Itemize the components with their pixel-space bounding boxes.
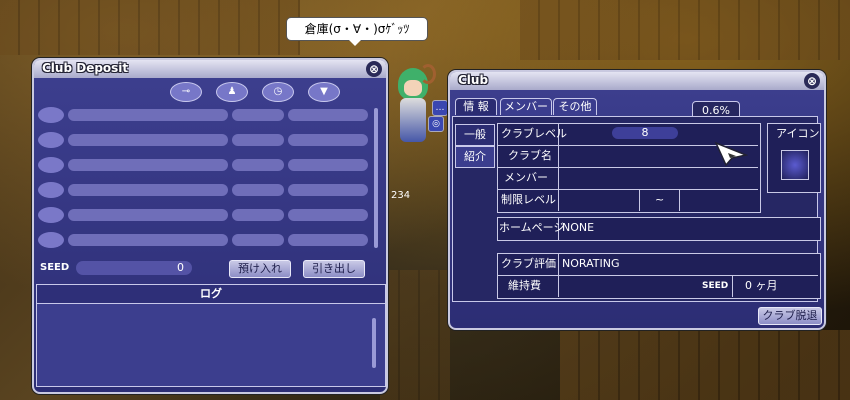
side-tab-general[interactable]: 一般 xyxy=(455,124,495,146)
club-name-label: クラブ名 xyxy=(508,149,552,162)
deposit-slot-row[interactable] xyxy=(38,207,374,223)
tab-members[interactable]: メンバー xyxy=(500,98,552,115)
seed-amount-field[interactable]: 0 xyxy=(76,261,192,275)
club-icon-label: アイコン xyxy=(776,127,820,140)
upkeep-seed-label: SEED xyxy=(702,281,729,291)
background-wood xyxy=(520,0,850,60)
chat-dots-icon[interactable]: … xyxy=(432,100,448,116)
character-horn xyxy=(420,64,436,84)
club-title: Club xyxy=(458,73,489,87)
deposit-slot-row[interactable] xyxy=(38,182,374,198)
log-panel xyxy=(36,304,386,387)
club-titlebar[interactable]: Club ⊗ xyxy=(450,72,824,90)
limit-level-separator: ~ xyxy=(655,193,665,206)
club-level-label: クラブレベル xyxy=(501,127,567,140)
log-scrollbar[interactable] xyxy=(372,318,376,368)
background-wood xyxy=(0,0,300,55)
character-body xyxy=(400,98,426,142)
close-icon[interactable]: ⊗ xyxy=(366,61,382,77)
damage-number: 234 xyxy=(391,190,411,201)
tab-info[interactable]: 情 報 xyxy=(455,98,497,115)
chat-speech-bubble: 倉庫(σ・∀・)σｹﾞｯﾂ xyxy=(286,17,428,46)
log-header: ログ xyxy=(36,284,386,304)
side-tab-introduction[interactable]: 紹介 xyxy=(455,146,495,168)
homepage-label: ホームページ xyxy=(499,221,565,234)
divider xyxy=(639,190,640,211)
clock-icon[interactable]: ◷ xyxy=(262,82,294,102)
club-deposit-title: Club Deposit xyxy=(42,61,129,75)
seed-label: SEED xyxy=(40,262,70,273)
mouse-cursor-icon xyxy=(714,141,748,167)
deposit-slot-row[interactable] xyxy=(38,232,374,248)
deposit-button[interactable]: 預け入れ xyxy=(229,260,291,278)
character-face xyxy=(404,80,422,96)
club-level-value: 8 xyxy=(612,127,678,139)
withdraw-button[interactable]: 引き出し xyxy=(303,260,365,278)
deposit-slot-row[interactable] xyxy=(38,157,374,173)
divider xyxy=(732,276,733,297)
seed-amount-value: 0 xyxy=(177,261,184,274)
person-icon[interactable]: ♟ xyxy=(216,82,248,102)
background-fence xyxy=(380,270,450,400)
divider xyxy=(679,190,680,211)
down-arrow-icon[interactable]: ▼ xyxy=(308,82,340,102)
club-deposit-titlebar[interactable]: Club Deposit ⊗ xyxy=(34,60,386,78)
upkeep-value: 0 ヶ月 xyxy=(745,279,778,292)
deposit-slot-row[interactable] xyxy=(38,107,374,123)
close-icon[interactable]: ⊗ xyxy=(804,73,820,89)
tab-other[interactable]: その他 xyxy=(553,98,597,115)
key-icon[interactable]: ⊸ xyxy=(170,82,202,102)
member-label: メンバー xyxy=(504,171,548,184)
target-icon[interactable]: ◎ xyxy=(428,116,444,132)
club-rating-label: クラブ評価 xyxy=(501,257,556,270)
upkeep-label: 維持費 xyxy=(508,279,541,292)
background-wood xyxy=(560,330,850,400)
homepage-value[interactable]: NONE xyxy=(562,218,594,238)
limit-level-label: 制限レベル xyxy=(501,193,556,206)
deposit-scrollbar[interactable] xyxy=(374,108,378,248)
player-character[interactable] xyxy=(392,64,436,150)
club-rating-value: NORATING xyxy=(562,257,620,270)
leave-club-button[interactable]: クラブ脱退 xyxy=(758,307,822,325)
club-icon-slot[interactable] xyxy=(781,150,809,180)
deposit-slot-row[interactable] xyxy=(38,132,374,148)
